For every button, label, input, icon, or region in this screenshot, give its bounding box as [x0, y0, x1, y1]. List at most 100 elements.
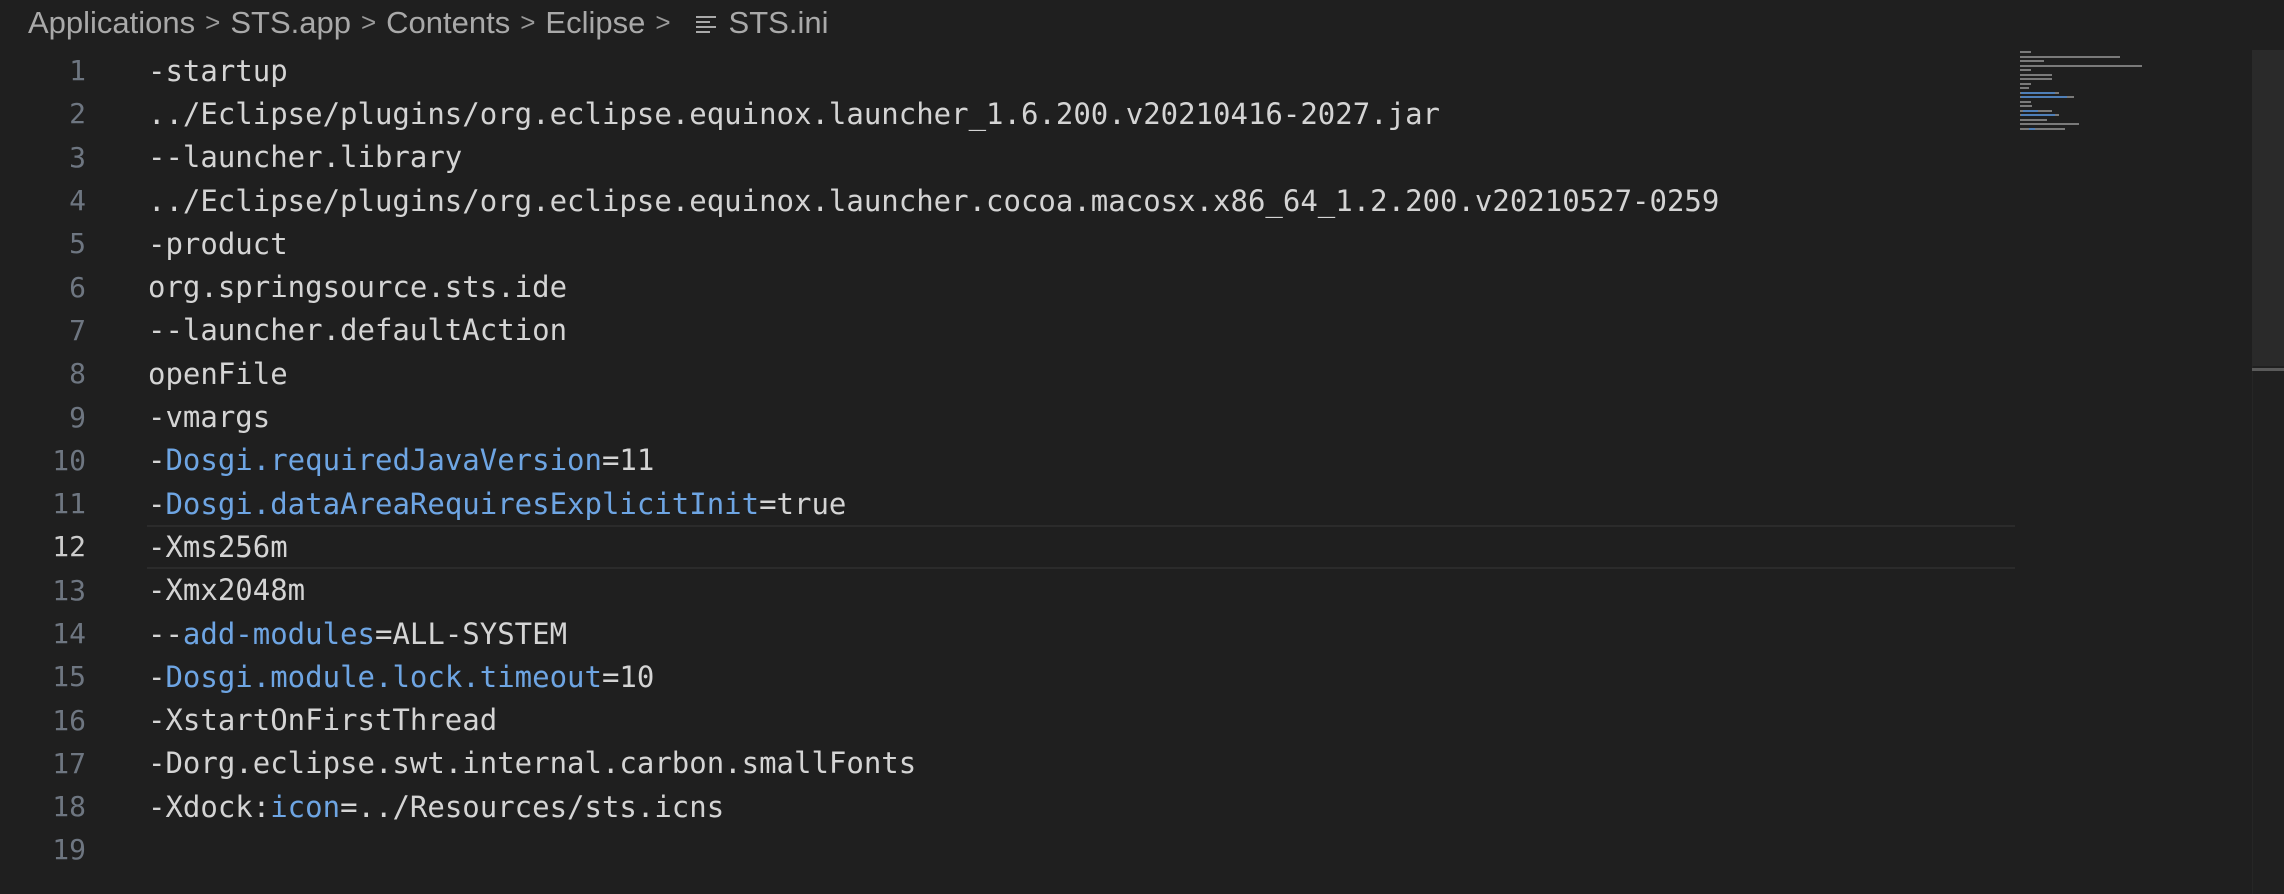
text-token: -Xms256m	[148, 529, 288, 564]
minimap-token	[2034, 127, 2065, 130]
text-token: -Xdock:	[148, 789, 271, 824]
code-lines[interactable]: 1 -startup 2 ../Eclipse/plugins/org.eclipse…	[0, 49, 2020, 872]
minimap-token	[2021, 96, 2068, 98]
minimap-token	[2020, 105, 2033, 107]
text-token: -	[148, 443, 166, 478]
line-text: -vmargs	[148, 400, 270, 434]
ini-key-token: icon	[270, 789, 341, 824]
line-number: 19	[52, 833, 86, 867]
line-number: 11	[52, 487, 86, 521]
cursor-position-marker	[2252, 368, 2284, 371]
ini-key-token: Dosgi.dataAreaRequiresExplicitInit	[165, 486, 760, 521]
code-line[interactable]: 10 -Dosgi.requiredJavaVersion=11	[0, 439, 2020, 482]
code-line[interactable]: 12 -Xms256m	[0, 525, 2020, 569]
ini-key-token: Dosgi.requiredJavaVersion	[165, 443, 602, 478]
code-line[interactable]: 8 openFile	[0, 352, 2020, 395]
code-editor[interactable]: Applications > STS.app > Contents > Ecli…	[0, 0, 2284, 894]
breadcrumb-item-sts-app[interactable]: STS.app	[230, 5, 351, 41]
code-line[interactable]: 5 -product	[0, 222, 2020, 265]
text-token: -	[148, 486, 166, 521]
code-line[interactable]: 9 -vmargs	[0, 395, 2020, 438]
line-text: openFile	[148, 357, 288, 391]
text-token: -Dorg.eclipse.swt.internal.carbon.smallF…	[148, 746, 917, 781]
line-text: -Dosgi.dataAreaRequiresExplicitInit=true	[148, 487, 846, 521]
chevron-right-icon: >	[655, 6, 671, 37]
breadcrumb-item-eclipse[interactable]: Eclipse	[545, 5, 645, 41]
current-line-highlight	[147, 525, 2015, 569]
minimap-token	[2020, 82, 2031, 85]
line-number: 16	[52, 703, 86, 737]
line-text: -Dorg.eclipse.swt.internal.carbon.smallF…	[148, 746, 916, 780]
line-number: 8	[69, 357, 86, 391]
breadcrumb-item-applications[interactable]: Applications	[28, 5, 195, 41]
code-line[interactable]: 7 --launcher.defaultAction	[0, 309, 2020, 352]
text-token: -startup	[148, 53, 288, 88]
chevron-right-icon: >	[360, 6, 377, 37]
text-token: =true	[759, 486, 847, 521]
breadcrumb: Applications > STS.app > Contents > Ecli…	[28, 0, 828, 46]
minimap-token	[2020, 55, 2120, 58]
line-text: --launcher.library	[148, 140, 462, 174]
minimap-token	[2020, 87, 2030, 89]
code-line[interactable]: 16 -XstartOnFirstThread	[0, 698, 2020, 741]
line-text: org.springsource.sts.ide	[148, 270, 567, 304]
text-token: =../Resources/sts.icns	[340, 789, 725, 824]
line-number: 14	[52, 617, 86, 650]
minimap-token	[2020, 51, 2031, 53]
text-token: org.springsource.sts.ide	[148, 270, 568, 305]
code-line[interactable]: 6 org.springsource.sts.ide	[0, 265, 2020, 308]
minimap-token	[2022, 109, 2038, 112]
line-text: ../Eclipse/plugins/org.eclipse.equinox.l…	[148, 97, 1440, 131]
minimap-token	[2020, 78, 2053, 80]
code-line[interactable]: 14 --add-modules=ALL-SYSTEM	[0, 612, 2020, 655]
code-line[interactable]: 3 --launcher.library	[0, 136, 2020, 179]
line-number: 15	[52, 660, 86, 694]
code-line[interactable]: 4 ../Eclipse/plugins/org.eclipse.equinox.…	[0, 179, 2020, 222]
minimap-line	[2020, 131, 2250, 136]
line-number: 1	[69, 54, 86, 88]
text-token: ../Eclipse/plugins/org.eclipse.equinox.l…	[148, 96, 1441, 131]
line-number: 13	[52, 573, 86, 607]
code-line[interactable]: 17 -Dorg.eclipse.swt.internal.carbon.smal…	[0, 742, 2020, 785]
line-number: 18	[52, 790, 86, 824]
code-line[interactable]: 1 -startup	[0, 49, 2020, 92]
minimap-token	[2055, 91, 2060, 94]
minimap-token	[2055, 114, 2060, 116]
breadcrumb-item-file[interactable]: STS.ini	[729, 5, 829, 41]
text-token: --	[148, 616, 183, 651]
minimap-token	[2020, 69, 2031, 71]
line-number: 5	[69, 227, 86, 261]
minimap-token	[2020, 73, 2053, 76]
code-line[interactable]: 2 ../Eclipse/plugins/org.eclipse.equinox.…	[0, 92, 2020, 135]
line-text: -product	[148, 227, 288, 261]
minimap[interactable]	[2020, 50, 2250, 130]
line-text: -Dosgi.requiredJavaVersion=11	[148, 443, 654, 477]
line-number: 7	[69, 313, 86, 347]
code-line[interactable]: 11 -Dosgi.dataAreaRequiresExplicitInit=tr…	[0, 482, 2020, 525]
ini-key-token: add-modules	[182, 616, 375, 651]
line-number: 12	[52, 530, 86, 564]
text-token: ../Eclipse/plugins/org.eclipse.equinox.l…	[148, 183, 1720, 218]
line-text: ../Eclipse/plugins/org.eclipse.equinox.l…	[148, 184, 1719, 218]
minimap-token	[2020, 100, 2031, 103]
line-number: 9	[69, 400, 86, 434]
text-token: --launcher.library	[148, 140, 463, 175]
code-line[interactable]: 13 -Xmx2048m	[0, 569, 2020, 612]
text-token: openFile	[148, 356, 288, 391]
text-token: --launcher.defaultAction	[148, 313, 568, 348]
minimap-token	[2021, 114, 2056, 116]
ini-key-token: Dosgi.module.lock.timeout	[165, 659, 602, 694]
line-number: 4	[69, 184, 86, 218]
line-text: --launcher.defaultAction	[148, 313, 567, 347]
line-text: -Xdock:icon=../Resources/sts.icns	[148, 790, 724, 824]
breadcrumb-item-contents[interactable]: Contents	[386, 5, 510, 41]
text-token: -Xmx2048m	[148, 573, 306, 608]
code-line[interactable]: 19	[0, 828, 2020, 871]
line-text: -XstartOnFirstThread	[148, 703, 497, 737]
minimap-token	[2020, 127, 2030, 130]
chevron-right-icon: >	[205, 6, 221, 37]
code-line[interactable]: 15 -Dosgi.module.lock.timeout=10	[0, 655, 2020, 698]
scrollbar-slider[interactable]	[2252, 50, 2284, 366]
minimap-token	[2037, 109, 2053, 112]
code-line[interactable]: 18 -Xdock:icon=../Resources/sts.icns	[0, 785, 2020, 828]
